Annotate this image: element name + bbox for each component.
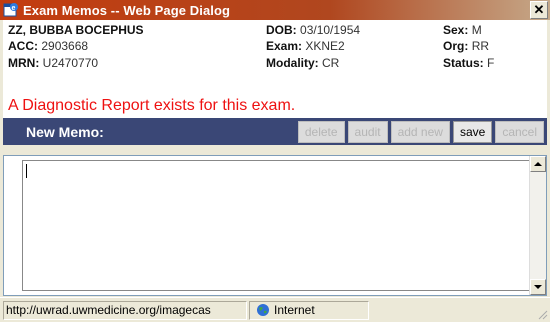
modality-label: Modality: (266, 56, 319, 70)
mrn-field: MRN: U2470770 (8, 56, 98, 70)
sex-field: Sex: M (443, 23, 482, 37)
exam-field: Exam: XKNE2 (266, 39, 345, 53)
sex-value: M (471, 23, 482, 37)
dob-label: DOB: (266, 23, 297, 37)
patient-info-panel: ZZ, BUBBA BOCEPHUS ACC: 2903668 MRN: U24… (0, 20, 550, 93)
save-button[interactable]: save (452, 120, 493, 143)
new-memo-title: New Memo: (26, 123, 104, 140)
close-button[interactable]: ✕ (530, 1, 548, 19)
memo-textarea[interactable] (22, 160, 538, 291)
close-icon: ✕ (533, 2, 545, 17)
org-field: Org: RR (443, 39, 489, 53)
mrn-value: U2470770 (42, 56, 99, 70)
exam-value: XKNE2 (305, 39, 345, 53)
ie-dialog-icon: e (3, 2, 19, 18)
patient-name-value: ZZ, BUBBA BOCEPHUS (8, 23, 144, 37)
window-title: Exam Memos -- Web Page Dialog (23, 2, 231, 18)
resize-grip-icon[interactable] (536, 308, 548, 320)
globe-icon (257, 304, 269, 316)
diagnostic-report-banner: A Diagnostic Report exists for this exam… (3, 93, 547, 118)
dob-value: 03/10/1954 (300, 23, 361, 37)
audit-button[interactable]: audit (347, 120, 388, 143)
acc-field: ACC: 2903668 (8, 39, 88, 53)
scroll-up-button[interactable] (530, 156, 546, 172)
mrn-label: MRN: (8, 56, 40, 70)
org-label: Org: (443, 39, 469, 53)
arrow-up-icon (534, 162, 542, 166)
sex-label: Sex: (443, 23, 469, 37)
acc-label: ACC: (8, 39, 38, 53)
org-value: RR (471, 39, 490, 53)
status-label: Status: (443, 56, 484, 70)
exam-label: Exam: (266, 39, 303, 53)
modality-value: CR (322, 56, 340, 70)
status-field: Status: F (443, 56, 494, 70)
modality-field: Modality: CR (266, 56, 339, 70)
memo-area (3, 155, 547, 296)
acc-value: 2903668 (41, 39, 89, 53)
memo-scrollbar[interactable] (529, 156, 546, 295)
cancel-button[interactable]: cancel (495, 120, 544, 143)
add-new-button[interactable]: add new (390, 120, 450, 143)
security-zone: Internet (249, 300, 369, 320)
memo-toolbar: New Memo: delete audit add new save canc… (3, 118, 547, 145)
status-bar: http://uwrad.uwmedicine.org/imagecas Int… (0, 297, 550, 322)
arrow-down-icon (534, 285, 542, 289)
patient-name: ZZ, BUBBA BOCEPHUS (8, 23, 144, 37)
svg-text:e: e (12, 5, 16, 12)
zone-label: Internet (274, 303, 315, 317)
title-bar: e Exam Memos -- Web Page Dialog ✕ (0, 0, 550, 20)
status-url: http://uwrad.uwmedicine.org/imagecas (3, 300, 247, 320)
scroll-down-button[interactable] (530, 279, 546, 295)
dob-field: DOB: 03/10/1954 (266, 23, 360, 37)
status-value: F (487, 56, 495, 70)
text-caret (26, 164, 27, 178)
delete-button[interactable]: delete (297, 120, 345, 143)
